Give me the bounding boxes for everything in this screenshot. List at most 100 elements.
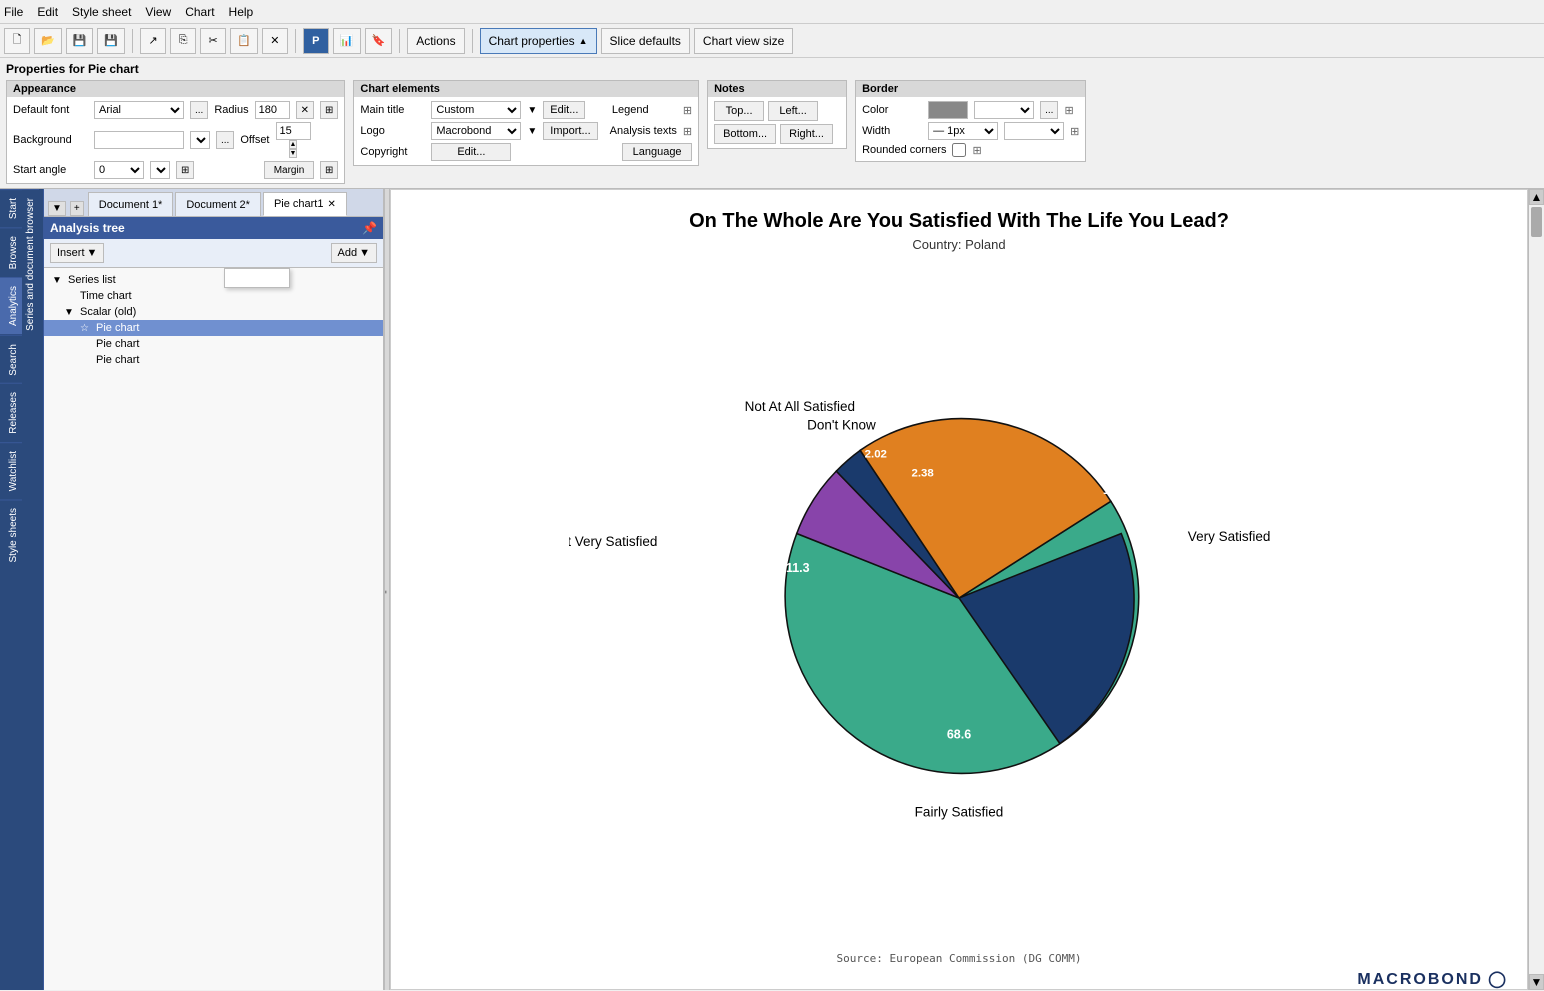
copyright-edit-btn[interactable]: Edit...	[431, 143, 511, 161]
margin-btn[interactable]: Margin	[264, 161, 314, 179]
scroll-up[interactable]: ▲	[1529, 189, 1544, 205]
rounded-corners-pin[interactable]: ⊞	[972, 144, 981, 157]
start-angle-pin-btn[interactable]: ⊞	[176, 161, 194, 179]
slice-defaults-btn[interactable]: Slice defaults	[601, 28, 690, 54]
offset-input[interactable]	[276, 122, 311, 140]
watchlist-tab[interactable]: Watchlist	[0, 442, 22, 499]
expand-series-list[interactable]: ▼	[52, 275, 64, 286]
tree-scalar-old[interactable]: ▼ Scalar (old)	[44, 304, 383, 320]
insert-btn[interactable]: Insert ▼	[50, 243, 104, 263]
value-fairly-satisfied: 68.6	[947, 727, 971, 741]
value-not-very-satisfied: 11.3	[786, 561, 810, 575]
offset-down[interactable]: ▼	[289, 149, 298, 158]
tab-piechart1[interactable]: Pie chart1 ✕	[263, 192, 347, 216]
radius-clear-btn[interactable]: ✕	[296, 101, 314, 119]
label-not-very-satisfied: Not Very Satisfied	[569, 534, 657, 549]
new-btn[interactable]: 🗋	[4, 28, 30, 54]
analytics-tab[interactable]: Analytics	[0, 277, 22, 334]
legend-pin[interactable]: ⊞	[683, 104, 692, 117]
font-browse-btn[interactable]: ...	[190, 101, 208, 119]
add-btn[interactable]: Add ▼	[331, 243, 377, 263]
start-angle-select[interactable]: 0	[94, 161, 144, 179]
chart-btn[interactable]: 📊	[333, 28, 361, 54]
background-browse-btn[interactable]: ...	[216, 131, 234, 149]
series-doc-browser-label: Series and document browser	[22, 189, 39, 339]
notes-left-btn[interactable]: Left...	[768, 101, 818, 121]
cut-btn[interactable]: ✂	[200, 28, 226, 54]
language-btn[interactable]: Language	[622, 143, 692, 161]
copy-btn[interactable]: ⎘	[170, 28, 196, 54]
chart-view-size-btn[interactable]: Chart view size	[694, 28, 793, 54]
border-color-select[interactable]	[974, 101, 1034, 119]
tree-pie-chart-2[interactable]: Pie chart	[44, 336, 383, 352]
offset-label: Offset	[240, 134, 269, 146]
menu-stylesheet[interactable]: Style sheet	[72, 5, 131, 19]
menu-file[interactable]: File	[4, 5, 23, 19]
tab-piechart1-close[interactable]: ✕	[327, 199, 335, 210]
search-tab[interactable]: Search	[0, 335, 22, 384]
scroll-down[interactable]: ▼	[1529, 974, 1544, 990]
tab-document1[interactable]: Document 1*	[88, 192, 174, 216]
analysis-texts-pin[interactable]: ⊞	[683, 125, 692, 138]
notes-right-btn[interactable]: Right...	[780, 124, 833, 144]
save-btn[interactable]: 💾	[66, 28, 94, 54]
start-angle-select2[interactable]	[150, 161, 170, 179]
logo-select[interactable]: Macrobond	[431, 122, 521, 140]
p-btn[interactable]: P	[303, 28, 329, 54]
chart-properties-btn[interactable]: Chart properties ▲	[480, 28, 597, 54]
tab-prev[interactable]: ▼	[48, 201, 66, 216]
tree-pie-chart-1[interactable]: ☆ Pie chart Series list	[44, 320, 383, 336]
paste-btn[interactable]: 📋	[230, 28, 258, 54]
border-width-select2[interactable]	[1004, 122, 1064, 140]
main-title-edit-btn[interactable]: Edit...	[543, 101, 585, 119]
bookmark-btn[interactable]: 🔖	[365, 28, 393, 54]
label-dont-know: Don't Know	[807, 418, 876, 433]
background-color[interactable]	[94, 131, 184, 149]
save-as-btn[interactable]: 💾	[97, 28, 125, 54]
actions-btn[interactable]: Actions	[407, 28, 464, 54]
border-color-pin[interactable]: ⊞	[1064, 104, 1073, 117]
tree-pie-chart-3[interactable]: Pie chart	[44, 352, 383, 368]
tree-pin-btn[interactable]: 📌	[362, 221, 377, 235]
import-btn[interactable]: Import...	[543, 122, 597, 140]
border-width-pin[interactable]: ⊞	[1070, 125, 1079, 138]
sep3	[399, 29, 400, 53]
border-width-select[interactable]: — 1px	[928, 122, 998, 140]
browse-tab[interactable]: Browse	[0, 227, 22, 277]
delete-btn[interactable]: ✕	[262, 28, 288, 54]
tree-time-chart[interactable]: Time chart	[44, 288, 383, 304]
radius-pin-btn[interactable]: ⊞	[320, 101, 338, 119]
tab-document2[interactable]: Document 2*	[175, 192, 261, 216]
main-title-arrow[interactable]: ▼	[527, 105, 537, 116]
default-font-select[interactable]: Arial	[94, 101, 184, 119]
open-btn[interactable]: 📂	[34, 28, 62, 54]
expand-scalar[interactable]: ▼	[64, 307, 76, 318]
offset-up[interactable]: ▲	[289, 140, 298, 149]
share-btn[interactable]: ↗	[140, 28, 166, 54]
notes-bottom-btn[interactable]: Bottom...	[714, 124, 776, 144]
notes-top-btn[interactable]: Top...	[714, 101, 764, 121]
radius-input[interactable]	[255, 101, 290, 119]
background-select[interactable]	[190, 131, 210, 149]
menu-chart[interactable]: Chart	[185, 5, 214, 19]
tree-series-list[interactable]: ▼ Series list	[44, 272, 383, 288]
tab-add[interactable]: +	[70, 201, 84, 216]
vertical-scrollbar[interactable]: ▲ ▼	[1528, 189, 1544, 990]
start-tab[interactable]: Start	[0, 189, 22, 227]
border-width-label: Width	[862, 125, 922, 137]
menu-view[interactable]: View	[145, 5, 171, 19]
margin-pin-btn[interactable]: ⊞	[320, 161, 338, 179]
stylesheets-tab[interactable]: Style sheets	[0, 499, 22, 570]
chart-elements-title: Chart elements	[354, 81, 698, 97]
border-color-btn[interactable]: ...	[1040, 101, 1058, 119]
rounded-corners-checkbox[interactable]	[952, 143, 966, 157]
logo-arrow[interactable]: ▼	[527, 126, 537, 137]
menu-edit[interactable]: Edit	[37, 5, 58, 19]
releases-tab[interactable]: Releases	[0, 383, 22, 442]
menu-help[interactable]: Help	[229, 5, 254, 19]
border-color-box[interactable]	[928, 101, 968, 119]
main-title-select[interactable]: Custom	[431, 101, 521, 119]
analysis-tree-title: Analysis tree	[50, 221, 125, 235]
appearance-title: Appearance	[7, 81, 344, 97]
scroll-thumb[interactable]	[1531, 207, 1542, 237]
